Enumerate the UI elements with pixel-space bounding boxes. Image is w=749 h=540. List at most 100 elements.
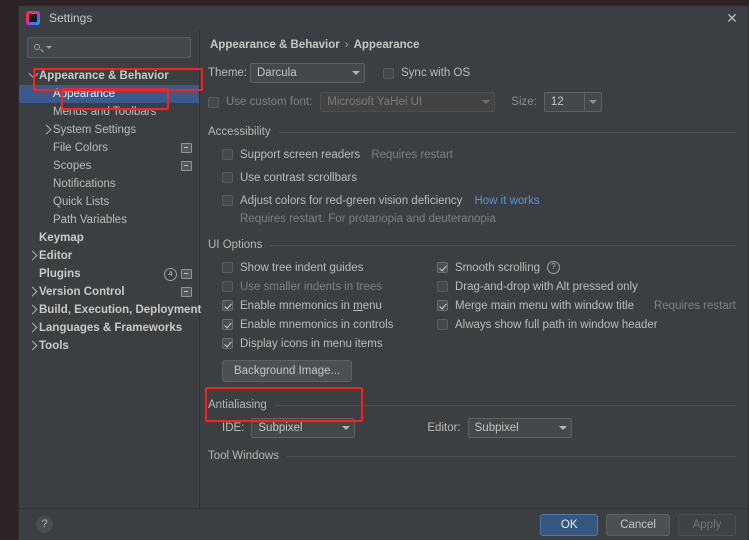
use-contrast-scrollbars-checkbox[interactable]: Use contrast scrollbars bbox=[222, 168, 736, 187]
always-show-full-path-in-window-header-checkbox[interactable]: Always show full path in window header bbox=[437, 315, 736, 334]
ui-options-columns: Show tree indent guides Use smaller inden… bbox=[222, 258, 736, 353]
antialiasing-editor-label: Editor: bbox=[427, 422, 461, 434]
apply-button[interactable]: Apply bbox=[678, 513, 736, 536]
font-size-stepper[interactable]: 12 bbox=[543, 92, 602, 112]
sidebar-item-label: Languages & Frameworks bbox=[39, 322, 183, 334]
ui-options-left-column: Show tree indent guides Use smaller inden… bbox=[222, 258, 437, 353]
intellij-idea-logo-icon bbox=[26, 11, 40, 25]
support-screen-readers-checkbox[interactable]: Support screen readers Requires restart bbox=[222, 145, 736, 164]
use-custom-font-label: Use custom font: bbox=[226, 96, 313, 108]
sidebar-item-file-colors[interactable]: File Colors bbox=[19, 139, 199, 157]
sidebar-item-version-control[interactable]: Version Control bbox=[19, 283, 199, 301]
chevron-down-icon bbox=[342, 426, 351, 430]
how-it-works-link[interactable]: How it works bbox=[474, 195, 539, 207]
chevron-right-icon[interactable] bbox=[27, 304, 39, 315]
sidebar-item-label: Version Control bbox=[39, 286, 125, 298]
enable-mnemonics-in-menu-checkbox[interactable]: Enable mnemonics in menu bbox=[222, 296, 437, 315]
stepper-dropdown-icon[interactable] bbox=[583, 93, 601, 111]
close-icon[interactable]: ✕ bbox=[724, 10, 740, 26]
sidebar-item-menus-and-toolbars[interactable]: Menus and Toolbars bbox=[19, 103, 199, 121]
help-question-icon[interactable]: ? bbox=[547, 261, 561, 274]
breadcrumb-separator: › bbox=[344, 39, 349, 51]
search-input[interactable] bbox=[27, 37, 191, 58]
accessibility-title: Accessibility bbox=[208, 126, 271, 138]
antialiasing-section-header: Antialiasing bbox=[208, 399, 736, 411]
settings-tree: Appearance & Behavior Appearance Menus and… bbox=[19, 67, 201, 355]
checkbox-box bbox=[437, 319, 448, 330]
sidebar-item-keymap[interactable]: Keymap bbox=[19, 229, 199, 247]
sidebar-item-system-settings[interactable]: System Settings bbox=[19, 121, 199, 139]
ok-button[interactable]: OK bbox=[540, 513, 599, 536]
dialog-title: Settings bbox=[49, 11, 93, 25]
chevron-down-icon[interactable] bbox=[27, 68, 39, 81]
smooth-scrolling-checkbox[interactable]: Smooth scrolling? bbox=[437, 258, 736, 277]
sidebar-item-editor[interactable]: Editor bbox=[19, 247, 199, 265]
sidebar-item-label: Scopes bbox=[53, 160, 92, 172]
settings-config-icon[interactable] bbox=[181, 287, 192, 297]
breadcrumb-parent[interactable]: Appearance & Behavior bbox=[210, 39, 340, 51]
checkbox-box bbox=[437, 262, 448, 273]
custom-font-select[interactable]: Microsoft YaHei UI bbox=[320, 92, 496, 112]
sidebar-item-quick-lists[interactable]: Quick Lists bbox=[19, 193, 199, 211]
checkbox-box bbox=[222, 300, 233, 311]
sidebar-item-notifications[interactable]: Notifications bbox=[19, 175, 199, 193]
section-divider bbox=[274, 404, 736, 406]
settings-config-icon[interactable] bbox=[181, 143, 192, 153]
antialiasing-ide-label: IDE: bbox=[222, 422, 245, 434]
background-image-button[interactable]: Background Image... bbox=[222, 360, 353, 382]
antialiasing-editor-select[interactable]: Subpixel bbox=[467, 418, 572, 438]
settings-config-icon[interactable] bbox=[181, 161, 192, 171]
sidebar-item-tools[interactable]: Tools bbox=[19, 337, 199, 355]
sidebar-item-scopes[interactable]: Scopes bbox=[19, 157, 199, 175]
cancel-button[interactable]: Cancel bbox=[606, 513, 670, 536]
dialog-body: Appearance & Behavior Appearance Menus and… bbox=[19, 30, 748, 508]
chevron-right-icon[interactable] bbox=[27, 286, 39, 297]
dialog-footer: ? OK Cancel Apply bbox=[19, 508, 748, 540]
sidebar-item-languages-frameworks[interactable]: Languages & Frameworks bbox=[19, 319, 199, 337]
theme-select-value: Darcula bbox=[257, 67, 297, 79]
sidebar-item-appearance[interactable]: Appearance bbox=[19, 85, 199, 103]
chevron-right-icon[interactable] bbox=[27, 322, 39, 333]
sidebar-item-label: Appearance bbox=[53, 88, 116, 100]
enable-mnemonics-in-controls-checkbox[interactable]: Enable mnemonics in controls bbox=[222, 315, 437, 334]
antialiasing-ide-select[interactable]: Subpixel bbox=[251, 418, 356, 438]
drag-and-drop-with-alt-pressed-only-checkbox[interactable]: Drag-and-drop with Alt pressed only bbox=[437, 277, 736, 296]
antialiasing-row: IDE: Subpixel Editor: Subpixel bbox=[222, 418, 736, 438]
checkbox-label: Show tree indent guides bbox=[240, 261, 364, 274]
chevron-right-icon[interactable] bbox=[27, 250, 39, 261]
checkbox-label: Drag-and-drop with Alt pressed only bbox=[455, 280, 638, 293]
plugins-update-count-badge: 4 bbox=[164, 267, 177, 281]
help-button[interactable]: ? bbox=[36, 516, 53, 533]
sidebar-item-path-variables[interactable]: Path Variables bbox=[19, 211, 199, 229]
theme-select[interactable]: Darcula bbox=[250, 63, 365, 83]
use-smaller-indents-in-trees-checkbox[interactable]: Use smaller indents in trees bbox=[222, 277, 437, 296]
sidebar-item-label: Tools bbox=[39, 340, 69, 352]
show-tree-indent-guides-checkbox[interactable]: Show tree indent guides bbox=[222, 258, 437, 277]
display-icons-in-menu-items-checkbox[interactable]: Display icons in menu items bbox=[222, 334, 437, 353]
chevron-right-icon[interactable] bbox=[27, 340, 39, 351]
search-icon bbox=[33, 42, 45, 54]
sidebar-item-label: Notifications bbox=[53, 178, 116, 190]
chevron-right-icon[interactable] bbox=[41, 124, 53, 135]
theme-row: Theme: Darcula Sync with OS bbox=[208, 63, 736, 83]
settings-main-panel: Appearance & Behavior › Appearance Theme: … bbox=[200, 30, 748, 508]
adjust-colors-vision-deficiency-checkbox[interactable]: Adjust colors for red-green vision defic… bbox=[222, 191, 736, 210]
sidebar-item-build-execution-deployment[interactable]: Build, Execution, Deployment bbox=[19, 301, 201, 319]
sidebar-item-label: Menus and Toolbars bbox=[53, 106, 157, 118]
checkbox-box bbox=[222, 195, 233, 206]
checkbox-box bbox=[437, 300, 448, 311]
sync-with-os-checkbox[interactable]: Sync with OS bbox=[383, 64, 470, 83]
sidebar-item-appearance-behavior[interactable]: Appearance & Behavior bbox=[19, 67, 199, 85]
checkbox-label: Adjust colors for red-green vision defic… bbox=[240, 194, 463, 207]
sidebar-item-label: Path Variables bbox=[53, 214, 127, 226]
sidebar-item-label: Plugins bbox=[39, 268, 81, 280]
checkbox-box bbox=[222, 149, 233, 160]
antialiasing-ide-value: Subpixel bbox=[258, 422, 303, 434]
checkbox-label: Smooth scrolling bbox=[455, 261, 541, 274]
use-custom-font-checkbox[interactable]: Use custom font: bbox=[208, 93, 312, 112]
settings-config-icon[interactable] bbox=[181, 269, 192, 279]
merge-main-menu-with-window-title-checkbox[interactable]: Merge main menu with window title Require… bbox=[437, 296, 736, 315]
requires-restart-hint: Requires restart bbox=[371, 148, 453, 161]
sidebar-item-plugins[interactable]: Plugins 4 bbox=[19, 265, 199, 283]
sidebar-item-label: Editor bbox=[39, 250, 73, 262]
